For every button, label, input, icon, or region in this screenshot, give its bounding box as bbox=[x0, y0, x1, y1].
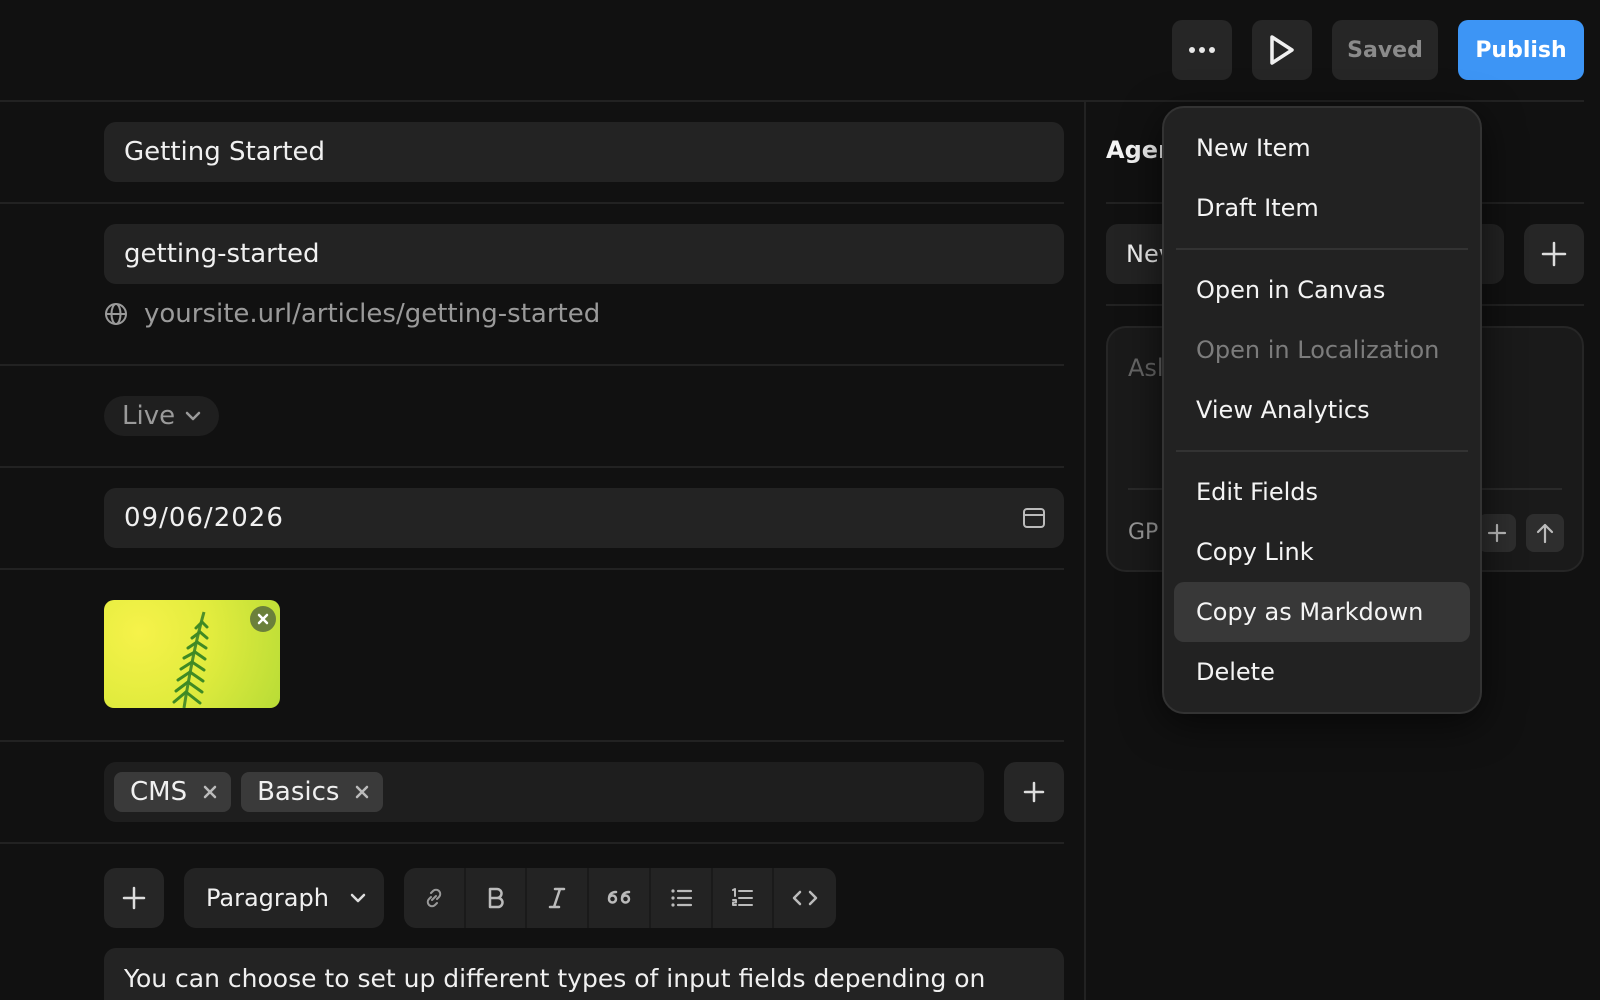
menu-item-delete[interactable]: Delete bbox=[1174, 642, 1470, 702]
title-input[interactable]: Getting Started bbox=[104, 122, 1064, 182]
menu-item-open-in-localization: Open in Localization bbox=[1196, 336, 1440, 364]
plus-icon bbox=[1541, 241, 1567, 267]
row-divider bbox=[0, 202, 1064, 204]
block-type-select[interactable]: Paragraph bbox=[184, 868, 384, 928]
add-tag-button[interactable] bbox=[1004, 762, 1064, 822]
quote-button[interactable] bbox=[589, 868, 651, 928]
menu-separator bbox=[1176, 248, 1468, 250]
globe-icon bbox=[105, 303, 127, 325]
attach-button[interactable] bbox=[1478, 514, 1516, 552]
remove-image-button[interactable] bbox=[250, 606, 276, 632]
row-divider bbox=[0, 842, 1064, 844]
bullet-list-icon bbox=[671, 889, 692, 907]
url-text: yoursite.url/articles/getting-started bbox=[144, 299, 601, 329]
tag-label: Basics bbox=[257, 777, 340, 807]
link-icon bbox=[426, 888, 442, 908]
plus-icon bbox=[122, 886, 146, 910]
menu-item-draft-item[interactable]: Draft Item bbox=[1174, 178, 1470, 238]
menu-item-edit-fields[interactable]: Edit Fields bbox=[1174, 462, 1470, 522]
add-block-button[interactable] bbox=[104, 868, 164, 928]
code-button[interactable] bbox=[774, 868, 836, 928]
panel-divider bbox=[1084, 100, 1086, 1000]
menu-item-view-analytics[interactable]: View Analytics bbox=[1174, 380, 1470, 440]
menu-item-open-in-canvas[interactable]: Open in Canvas bbox=[1174, 260, 1470, 320]
body-editor[interactable]: You can choose to set up different types… bbox=[104, 948, 1064, 1000]
more-horizontal-icon bbox=[1189, 47, 1215, 53]
code-icon bbox=[792, 890, 818, 906]
format-toolbar bbox=[404, 868, 836, 928]
arrow-up-icon bbox=[1536, 523, 1554, 544]
publish-button[interactable]: Publish bbox=[1458, 20, 1584, 80]
row-divider bbox=[0, 364, 1064, 366]
slug-input[interactable]: getting-started bbox=[104, 224, 1064, 284]
row-divider bbox=[0, 466, 1064, 468]
bullet-list-button[interactable] bbox=[651, 868, 713, 928]
bold-icon bbox=[488, 887, 504, 909]
tag-chip: CMS bbox=[114, 772, 232, 812]
plus-icon bbox=[1487, 523, 1507, 543]
quote-icon bbox=[607, 890, 631, 904]
saved-status-button[interactable]: Saved bbox=[1332, 20, 1438, 80]
publish-label: Publish bbox=[1475, 37, 1567, 63]
tag-label: CMS bbox=[130, 777, 188, 807]
new-session-button[interactable] bbox=[1524, 224, 1584, 284]
menu-item-copy-as-markdown[interactable]: Copy as Markdown bbox=[1174, 582, 1470, 642]
agent-prompt-placeholder: Asl bbox=[1128, 354, 1164, 382]
preview-button[interactable] bbox=[1252, 20, 1312, 80]
body-text: You can choose to set up different types… bbox=[124, 964, 986, 993]
slug-value: getting-started bbox=[124, 239, 320, 269]
bold-button[interactable] bbox=[466, 868, 528, 928]
send-button[interactable] bbox=[1526, 514, 1564, 552]
header-divider bbox=[0, 100, 1584, 102]
more-options-menu: New Item Draft Item Open in Canvas Open … bbox=[1162, 106, 1482, 714]
chevron-down-icon bbox=[350, 893, 366, 903]
plus-icon bbox=[1023, 781, 1045, 803]
status-select[interactable]: Live bbox=[104, 396, 220, 436]
tags-field[interactable]: CMS Basics bbox=[104, 762, 984, 822]
model-select[interactable]: GP bbox=[1128, 520, 1158, 545]
chevron-down-icon bbox=[185, 411, 201, 421]
status-value: Live bbox=[122, 401, 176, 431]
image-thumbnail[interactable] bbox=[104, 600, 280, 708]
play-icon bbox=[1270, 35, 1294, 65]
title-value: Getting Started bbox=[124, 137, 326, 167]
saved-label: Saved bbox=[1347, 37, 1423, 63]
calendar-icon[interactable] bbox=[1022, 506, 1046, 530]
close-icon bbox=[257, 613, 269, 625]
menu-separator bbox=[1176, 450, 1468, 452]
url-preview: yoursite.url/articles/getting-started bbox=[104, 296, 600, 332]
menu-item-copy-link[interactable]: Copy Link bbox=[1174, 522, 1470, 582]
more-options-button[interactable] bbox=[1172, 20, 1232, 80]
menu-item-new-item[interactable]: New Item bbox=[1174, 118, 1470, 178]
tag-chip: Basics bbox=[241, 772, 384, 812]
link-button[interactable] bbox=[404, 868, 466, 928]
date-value: 09/06/2026 bbox=[124, 503, 284, 533]
block-type-value: Paragraph bbox=[206, 884, 329, 912]
row-divider bbox=[0, 568, 1064, 570]
italic-button[interactable] bbox=[527, 868, 590, 928]
row-divider bbox=[0, 740, 1064, 742]
close-icon[interactable] bbox=[203, 785, 217, 799]
close-icon[interactable] bbox=[355, 785, 369, 799]
numbered-list-icon bbox=[732, 888, 754, 906]
italic-icon bbox=[549, 887, 566, 909]
date-input[interactable]: 09/06/2026 bbox=[104, 488, 1064, 548]
numbered-list-button[interactable] bbox=[713, 868, 775, 928]
